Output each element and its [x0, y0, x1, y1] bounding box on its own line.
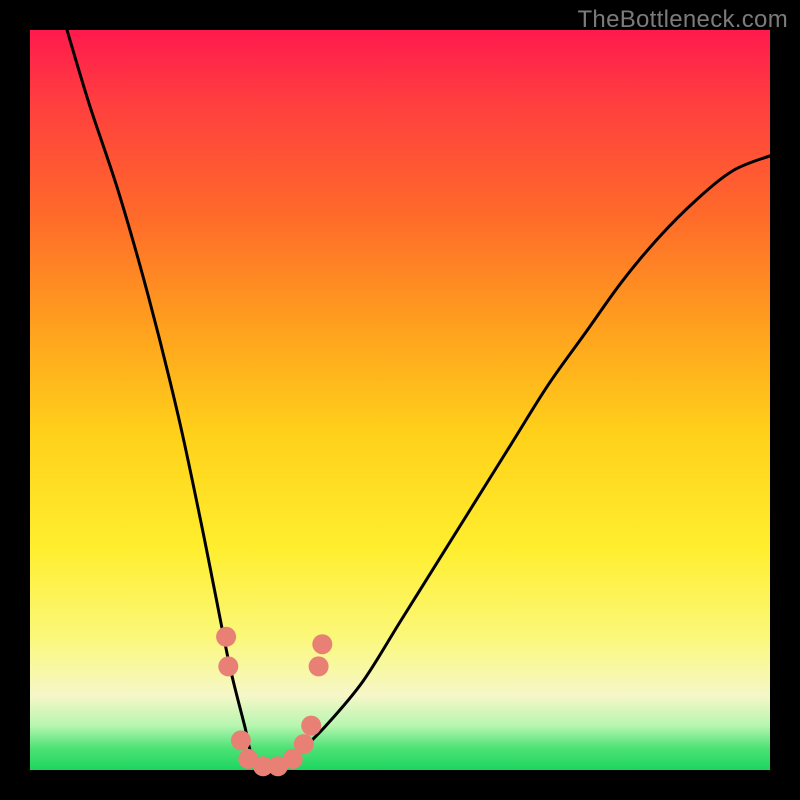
- curve-marker: [309, 656, 329, 676]
- curve-svg: [30, 30, 770, 770]
- chart-frame: TheBottleneck.com: [0, 0, 800, 800]
- curve-marker: [231, 730, 251, 750]
- watermark-text: TheBottleneck.com: [577, 6, 788, 34]
- marker-group: [216, 627, 332, 777]
- curve-marker: [312, 634, 332, 654]
- bottleneck-curve: [67, 30, 770, 772]
- curve-marker: [301, 716, 321, 736]
- plot-area: [30, 30, 770, 770]
- curve-marker: [218, 656, 238, 676]
- curve-marker: [294, 734, 314, 754]
- curve-marker: [216, 627, 236, 647]
